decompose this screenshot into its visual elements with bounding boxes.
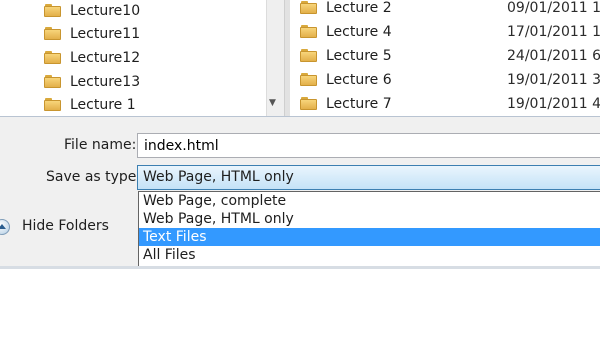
- dialog-bottom-edge: [0, 266, 600, 269]
- file-row[interactable]: Lecture 2 09/01/2011 1:19: [300, 0, 600, 19]
- type-option[interactable]: Web Page, complete: [139, 192, 600, 210]
- folder-icon: [44, 75, 61, 88]
- file-row[interactable]: Lecture 4 17/01/2011 11:2: [300, 21, 600, 43]
- save-options-panel: File name: Save as type: Web Page, HTML …: [0, 116, 600, 269]
- save-as-type-select[interactable]: Web Page, HTML only: [137, 165, 600, 190]
- nav-item-label: Lecture11: [70, 26, 141, 42]
- folder-icon: [300, 25, 317, 38]
- file-date: 17/01/2011 11:2: [507, 24, 600, 40]
- folder-icon: [44, 27, 61, 40]
- collapse-up-icon: [0, 219, 10, 235]
- folder-icon: [44, 4, 61, 17]
- type-option-selected[interactable]: Text Files: [139, 228, 600, 246]
- folder-icon: [300, 73, 317, 86]
- navigation-pane: Lecture10 Lecture11 Lecture12 Lecture13 …: [0, 0, 266, 116]
- folder-icon: [44, 98, 61, 111]
- file-name: Lecture 5: [326, 48, 392, 64]
- folder-icon: [300, 49, 317, 62]
- folder-icon: [44, 51, 61, 64]
- nav-item-label: Lecture10: [70, 3, 141, 19]
- save-as-type-value: Web Page, HTML only: [143, 169, 294, 185]
- file-date: 09/01/2011 1:19: [507, 0, 600, 16]
- save-as-type-label: Save as type:: [46, 169, 142, 185]
- file-row[interactable]: Lecture 5 24/01/2011 6:10: [300, 45, 600, 67]
- folder-icon: [300, 97, 317, 110]
- file-name: Lecture 4: [326, 24, 392, 40]
- file-row[interactable]: Lecture 7 19/01/2011 4:52: [300, 93, 600, 115]
- file-date: 19/01/2011 4:52: [507, 96, 600, 112]
- file-name: Lecture 2: [326, 0, 392, 16]
- scroll-down-arrow-icon[interactable]: ▼: [269, 98, 276, 108]
- file-list-pane: Lecture 2 09/01/2011 1:19 Lecture 4 17/0…: [290, 0, 600, 116]
- file-name-input[interactable]: [137, 133, 600, 158]
- type-option[interactable]: All Files: [139, 246, 600, 264]
- save-as-type-dropdown: Web Page, complete Web Page, HTML only T…: [138, 191, 600, 268]
- file-name: Lecture 6: [326, 72, 392, 88]
- file-row[interactable]: Lecture 6 19/01/2011 3:17: [300, 69, 600, 91]
- file-date: 19/01/2011 3:17: [507, 72, 600, 88]
- file-date: 24/01/2011 6:10: [507, 48, 600, 64]
- hide-folders-label: Hide Folders: [22, 218, 109, 234]
- folder-icon: [300, 1, 317, 14]
- nav-item-label: Lecture 1: [70, 97, 136, 113]
- file-name: Lecture 7: [326, 96, 392, 112]
- file-name-label: File name:: [64, 137, 137, 153]
- nav-item-label: Lecture12: [70, 50, 141, 66]
- type-option[interactable]: Web Page, HTML only: [139, 210, 600, 228]
- nav-item-label: Lecture13: [70, 74, 141, 90]
